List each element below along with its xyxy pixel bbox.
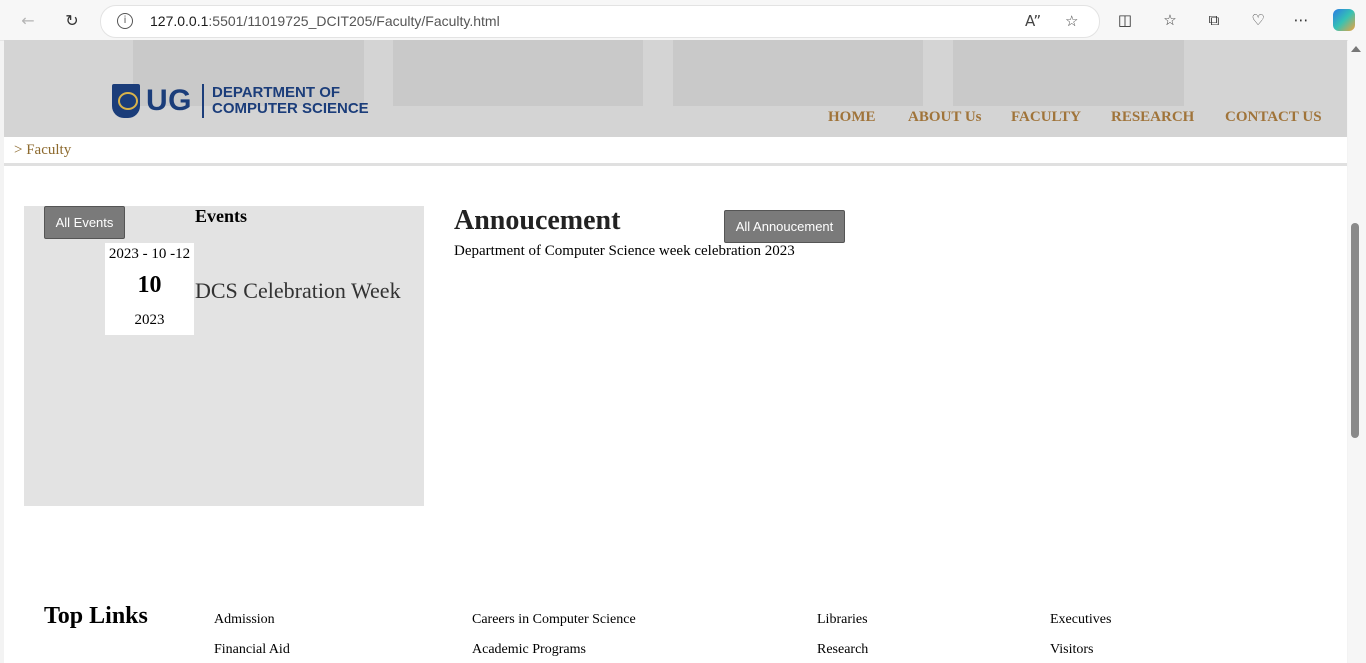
footer-link-executives[interactable]: Executives xyxy=(1050,612,1111,628)
nav-home[interactable]: HOME xyxy=(828,109,876,126)
divider xyxy=(4,163,1347,166)
background-image xyxy=(673,40,923,106)
event-date-year: 2023 xyxy=(134,312,165,328)
announcement-title: Annoucement xyxy=(454,205,621,236)
logo-department: DEPARTMENT OF COMPUTER SCIENCE xyxy=(212,85,369,117)
background-image xyxy=(393,40,643,106)
footer-link-financial-aid[interactable]: Financial Aid xyxy=(214,642,290,658)
events-panel: All Events Events 2023 - 10 -12 10 2023 … xyxy=(24,206,424,506)
nav-contact-us[interactable]: CONTACT US xyxy=(1225,109,1322,126)
announcement-text: Department of Computer Science week cele… xyxy=(454,243,795,259)
breadcrumb[interactable]: > Faculty xyxy=(14,142,71,159)
url-text[interactable]: 127.0.0.1:5501/11019725_DCIT205/Faculty/… xyxy=(150,13,500,29)
top-links-title: Top Links xyxy=(44,603,148,629)
url-path: :5501/11019725_DCIT205/Faculty/Faculty.h… xyxy=(208,13,500,29)
event-name[interactable]: DCS Celebration Week xyxy=(195,278,401,304)
collections-icon[interactable]: ⧉ xyxy=(1203,9,1225,31)
logo-dept-line2: COMPUTER SCIENCE xyxy=(212,100,369,117)
footer-link-libraries[interactable]: Libraries xyxy=(817,612,868,628)
split-screen-icon[interactable]: ◫ xyxy=(1114,9,1136,31)
logo-dept-line1: DEPARTMENT OF xyxy=(212,84,341,101)
logo-divider xyxy=(202,84,204,118)
scrollbar-thumb[interactable] xyxy=(1351,223,1359,438)
event-date-day: 10 xyxy=(137,272,162,298)
nav-faculty[interactable]: FACULTY xyxy=(1011,109,1081,126)
page-content: UG DEPARTMENT OF COMPUTER SCIENCE HOME A… xyxy=(4,40,1347,663)
nav-about-us[interactable]: ABOUT Us xyxy=(908,109,982,126)
site-info-icon[interactable]: i xyxy=(117,13,133,29)
read-aloud-icon[interactable]: A” xyxy=(1025,12,1041,30)
more-menu-icon[interactable]: ⋯ xyxy=(1290,9,1312,31)
event-date-full: 2023 - 10 -12 xyxy=(108,246,191,262)
footer-link-visitors[interactable]: Visitors xyxy=(1050,642,1094,658)
browser-toolbar: ← ↻ i 127.0.0.1:5501/11019725_DCIT205/Fa… xyxy=(0,0,1366,41)
all-announcement-button[interactable]: All Annoucement xyxy=(724,210,845,243)
event-date-card: 2023 - 10 -12 10 2023 xyxy=(105,243,194,335)
copilot-icon[interactable] xyxy=(1333,9,1355,31)
back-icon[interactable]: ← xyxy=(17,9,39,31)
events-title: Events xyxy=(195,206,248,226)
footer-link-admission[interactable]: Admission xyxy=(214,612,275,628)
site-header: UG DEPARTMENT OF COMPUTER SCIENCE HOME A… xyxy=(4,40,1347,137)
footer-link-careers[interactable]: Careers in Computer Science xyxy=(472,612,636,628)
performance-icon[interactable]: ♡ xyxy=(1247,9,1269,31)
reload-icon[interactable]: ↻ xyxy=(61,9,83,31)
address-bar[interactable]: i 127.0.0.1:5501/11019725_DCIT205/Facult… xyxy=(100,5,1100,38)
scroll-up-icon[interactable] xyxy=(1351,46,1361,52)
logo-ug-text: UG xyxy=(146,84,192,117)
favorites-icon[interactable]: ☆ xyxy=(1159,9,1181,31)
site-logo[interactable]: UG DEPARTMENT OF COMPUTER SCIENCE xyxy=(112,84,369,118)
ug-crest-icon xyxy=(112,84,140,118)
footer-link-research[interactable]: Research xyxy=(817,642,868,658)
nav-research[interactable]: RESEARCH xyxy=(1111,109,1194,126)
url-host: 127.0.0.1 xyxy=(150,13,209,29)
background-image xyxy=(953,40,1184,106)
favorite-star-icon[interactable]: ☆ xyxy=(1065,12,1078,30)
footer-link-academic-programs[interactable]: Academic Programs xyxy=(472,642,586,658)
all-events-button[interactable]: All Events xyxy=(44,206,125,239)
